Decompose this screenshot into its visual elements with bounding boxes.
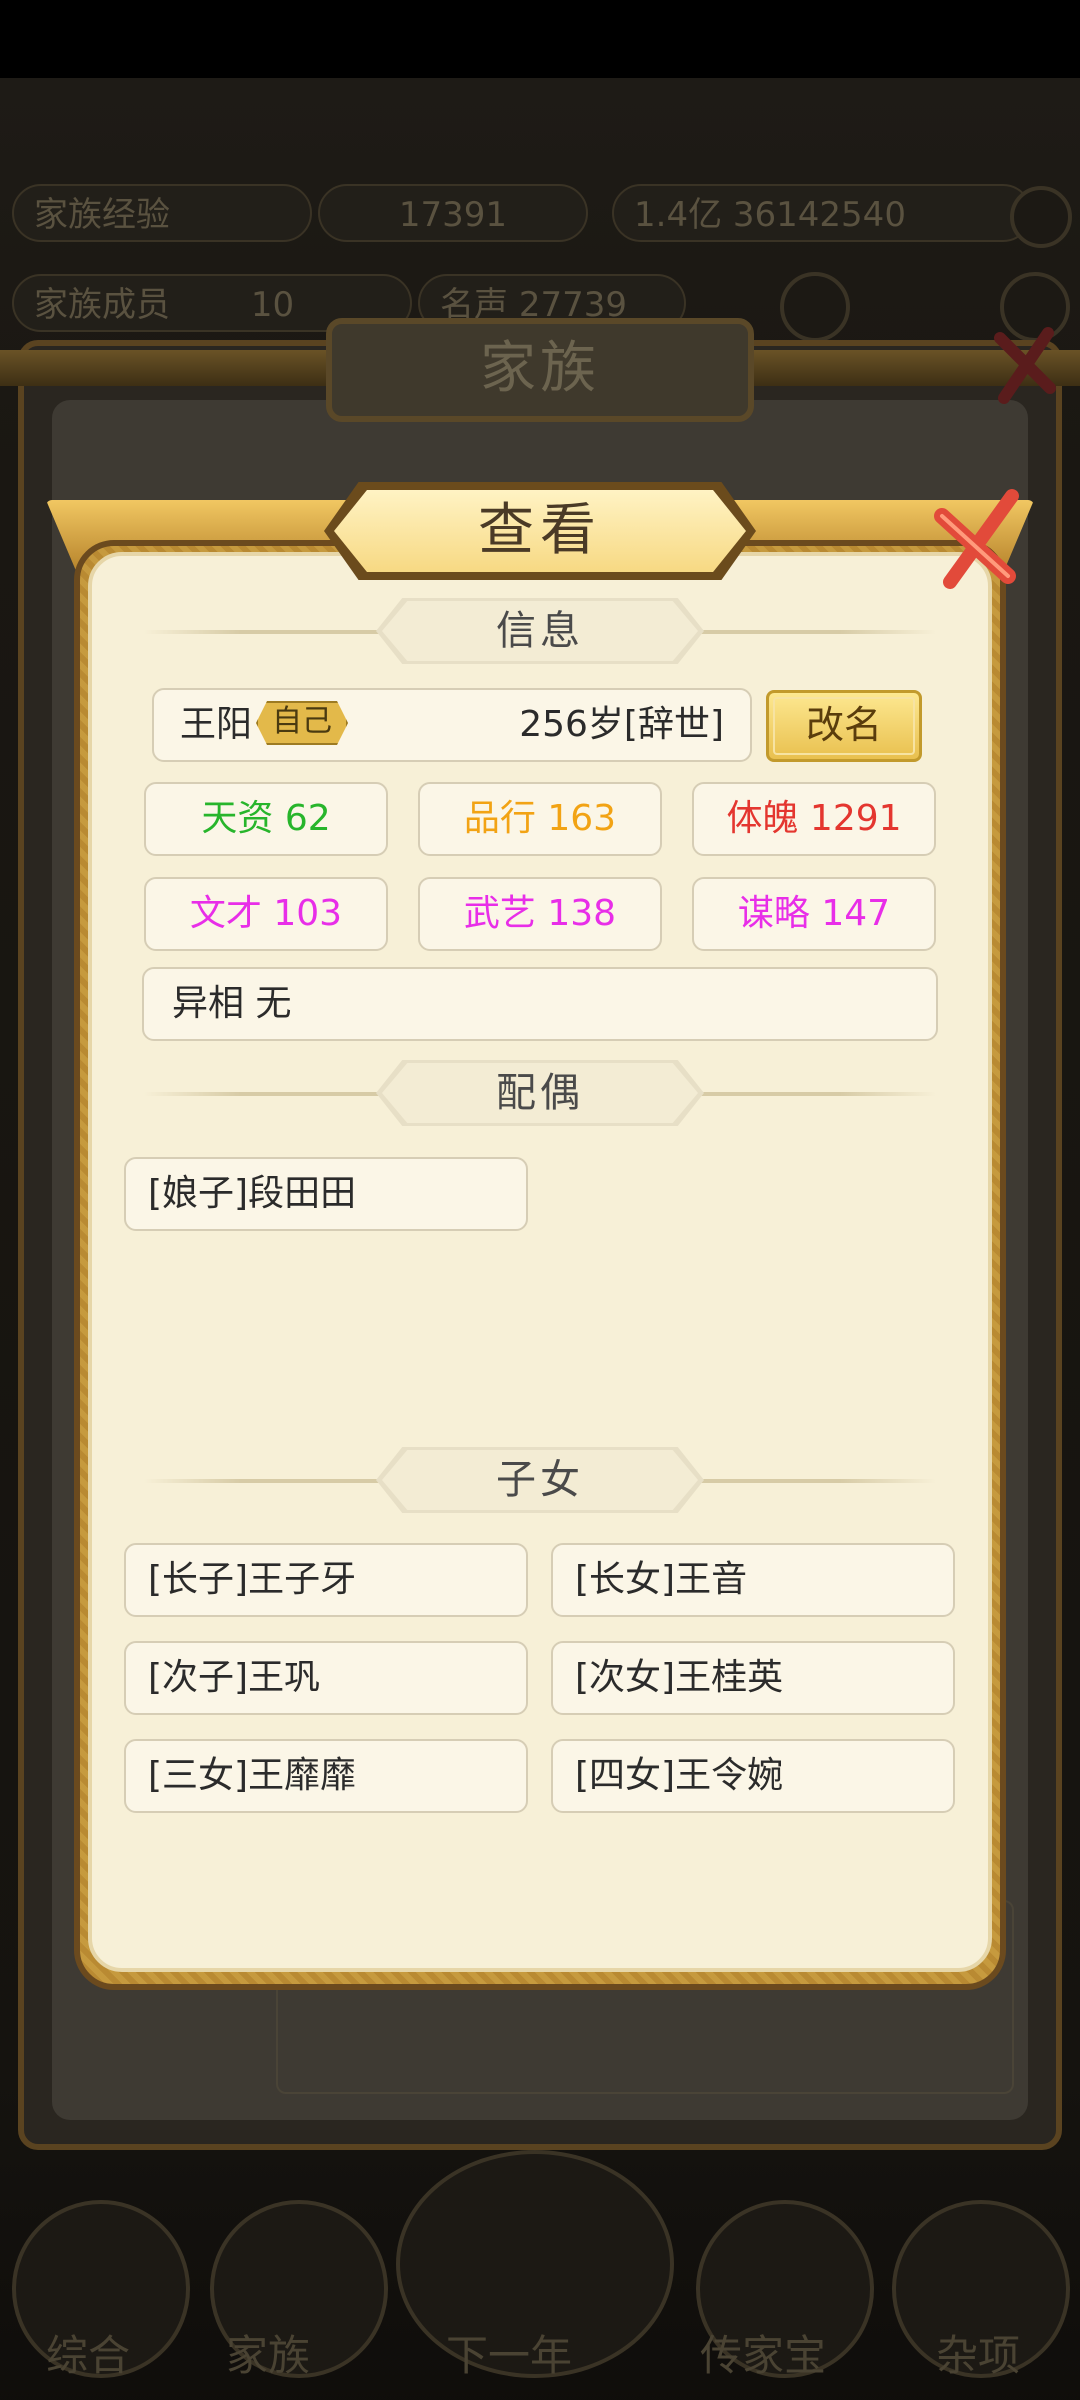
divider-line xyxy=(144,630,384,634)
family-close-icon xyxy=(994,327,1056,404)
child-item[interactable]: [长女]王音 xyxy=(551,1543,955,1617)
tab-overview: 综合 xyxy=(46,2331,131,2380)
child-item[interactable]: [四女]王令婉 xyxy=(551,1739,955,1813)
family-exp-pill: 家族经验 xyxy=(12,184,312,242)
spouse-item[interactable]: [娘子]段田田 xyxy=(124,1157,528,1231)
spouse-header: 配偶 xyxy=(382,1063,698,1123)
stat-conduct-label: 品行 xyxy=(463,798,536,839)
settings-icon xyxy=(780,272,850,342)
stat-strategy-value: 147 xyxy=(821,893,891,934)
family-members-value: 10 xyxy=(250,285,295,325)
divider-line xyxy=(696,1092,936,1096)
age-status: 256岁[辞世] xyxy=(519,704,724,745)
money-pill: 1.4亿 36142540 xyxy=(612,184,1032,242)
stat-aptitude: 天资 62 xyxy=(144,782,388,856)
help-icon xyxy=(1010,186,1072,248)
family-exp-label: 家族经验 xyxy=(34,195,170,235)
character-name-field: 王阳 自己 256岁[辞世] xyxy=(152,688,752,762)
tab-next-year: 下一年 xyxy=(446,2331,573,2380)
stat-martial-label: 武艺 xyxy=(463,893,536,934)
child-item[interactable]: [长子]王子牙 xyxy=(124,1543,528,1617)
divider-line xyxy=(144,1092,384,1096)
stat-literary: 文才 103 xyxy=(144,877,388,951)
stat-physique: 体魄 1291 xyxy=(692,782,936,856)
tab-heirloom: 传家宝 xyxy=(700,2331,827,2380)
stat-conduct-value: 163 xyxy=(547,798,617,839)
stat-martial-value: 138 xyxy=(547,893,617,934)
tab-family: 家族 xyxy=(226,2331,311,2380)
trait-field: 异相 无 xyxy=(142,967,938,1041)
family-exp-value: 17391 xyxy=(398,195,508,235)
family-exp-value-pill: 17391 xyxy=(318,184,588,242)
divider-line xyxy=(696,1479,936,1483)
rename-button[interactable]: 改名 xyxy=(766,690,922,762)
trait-text: 异相 无 xyxy=(172,983,292,1024)
child-item[interactable]: [次女]王桂英 xyxy=(551,1641,955,1715)
child-item[interactable]: [次子]王巩 xyxy=(124,1641,528,1715)
stat-aptitude-label: 天资 xyxy=(201,798,274,839)
child-item[interactable]: [三女]王靡靡 xyxy=(124,1739,528,1813)
stat-literary-label: 文才 xyxy=(189,893,262,934)
stat-strategy: 谋略 147 xyxy=(692,877,936,951)
children-header: 子女 xyxy=(382,1450,698,1510)
stat-aptitude-value: 62 xyxy=(284,798,331,839)
divider-line xyxy=(144,1479,384,1483)
stat-physique-label: 体魄 xyxy=(726,798,799,839)
self-tag: 自己 xyxy=(256,701,349,745)
character-name: 王阳 xyxy=(180,704,253,745)
dialog-title: 查看 xyxy=(334,490,746,572)
stat-literary-value: 103 xyxy=(273,893,343,934)
stat-strategy-label: 谋略 xyxy=(737,893,810,934)
stat-martial: 武艺 138 xyxy=(418,877,662,951)
family-window-title: 家族 xyxy=(326,318,754,422)
stat-physique-value: 1291 xyxy=(809,798,902,839)
divider-line xyxy=(696,630,936,634)
money-value: 1.4亿 xyxy=(634,195,723,235)
resource-value: 36142540 xyxy=(732,195,906,235)
stat-conduct: 品行 163 xyxy=(418,782,662,856)
status-bar xyxy=(0,0,1080,78)
info-header: 信息 xyxy=(382,601,698,661)
tab-misc: 杂项 xyxy=(936,2331,1021,2380)
family-members-label: 家族成员 xyxy=(34,285,170,325)
close-icon[interactable] xyxy=(920,486,1030,596)
